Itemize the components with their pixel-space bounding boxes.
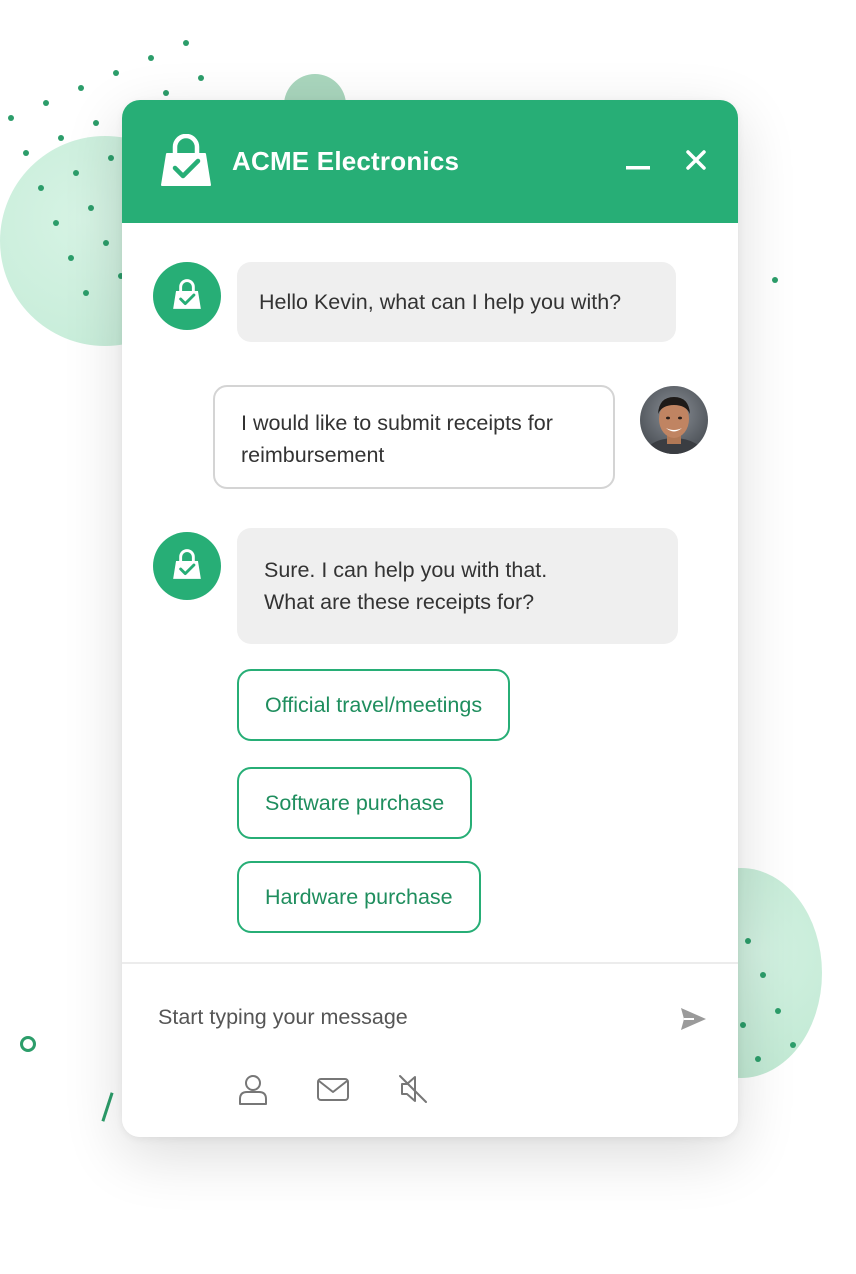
quick-reply-button[interactable]: Software purchase (237, 767, 473, 839)
minimize-icon (626, 166, 650, 170)
decorative-dot (740, 1022, 746, 1028)
minimize-button[interactable] (622, 144, 654, 176)
decorative-dot (775, 1008, 781, 1014)
message-composer (122, 962, 738, 1137)
decorative-dot (148, 55, 154, 61)
bot-message: Hello Kevin, what can I help you with? (237, 262, 676, 342)
bot-message: Sure. I can help you with that. What are… (237, 528, 678, 644)
decorative-dot (38, 185, 44, 191)
chat-widget: ACME Electronics Hello Kevin, what can I… (122, 100, 738, 1137)
decorative-dot (108, 155, 114, 161)
decorative-dot (163, 90, 169, 96)
message-text-line: What are these receipts for? (264, 590, 535, 614)
decorative-slash (101, 1092, 114, 1122)
quick-reply-button[interactable]: Hardware purchase (237, 861, 481, 933)
decorative-dot (745, 938, 751, 944)
decorative-dot (78, 85, 84, 91)
decorative-dot (198, 75, 204, 81)
decorative-dot (8, 115, 14, 121)
speaker-off-icon (399, 1075, 427, 1103)
decorative-dot (772, 277, 778, 283)
close-button[interactable] (680, 144, 712, 176)
message-input[interactable] (158, 994, 658, 1040)
message-text-line: Sure. I can help you with that. (264, 558, 548, 582)
decorative-dot (68, 255, 74, 261)
close-icon (686, 150, 706, 170)
app-title: ACME Electronics (232, 146, 460, 176)
quick-reply-button[interactable]: Official travel/meetings (237, 669, 511, 741)
decorative-dot (83, 290, 89, 296)
decorative-dot (760, 972, 766, 978)
mute-button[interactable] (396, 1072, 430, 1106)
decorative-dot (93, 120, 99, 126)
decorative-dot (58, 135, 64, 141)
decorative-dot (790, 1042, 796, 1048)
shopping-bag-check-icon (160, 133, 212, 188)
user-message: I would like to submit receipts for reim… (213, 385, 615, 489)
decorative-dot (53, 220, 59, 226)
decorative-dot (113, 70, 119, 76)
decorative-dot (183, 40, 189, 46)
envelope-icon (317, 1078, 349, 1101)
user-icon (239, 1075, 267, 1105)
email-button[interactable] (316, 1072, 350, 1106)
send-button[interactable] (678, 1004, 708, 1034)
message-text: Hello Kevin, what can I help you with? (259, 290, 622, 314)
chat-header: ACME Electronics (122, 100, 738, 223)
decorative-dot (23, 150, 29, 156)
decorative-dot (73, 170, 79, 176)
decorative-dot (755, 1056, 761, 1062)
profile-button[interactable] (236, 1072, 270, 1106)
shopping-bag-check-icon (173, 279, 201, 309)
decorative-dot (88, 205, 94, 211)
bot-avatar (153, 262, 221, 330)
decorative-dot (43, 100, 49, 106)
avatar (640, 386, 708, 454)
bot-avatar (153, 532, 221, 600)
send-icon (681, 1008, 706, 1030)
message-text-line: I would like to submit receipts for (241, 411, 553, 435)
decorative-ring (20, 1036, 36, 1052)
message-text-line: reimbursement (241, 443, 385, 467)
shopping-bag-check-icon (173, 549, 201, 579)
decorative-dot (103, 240, 109, 246)
